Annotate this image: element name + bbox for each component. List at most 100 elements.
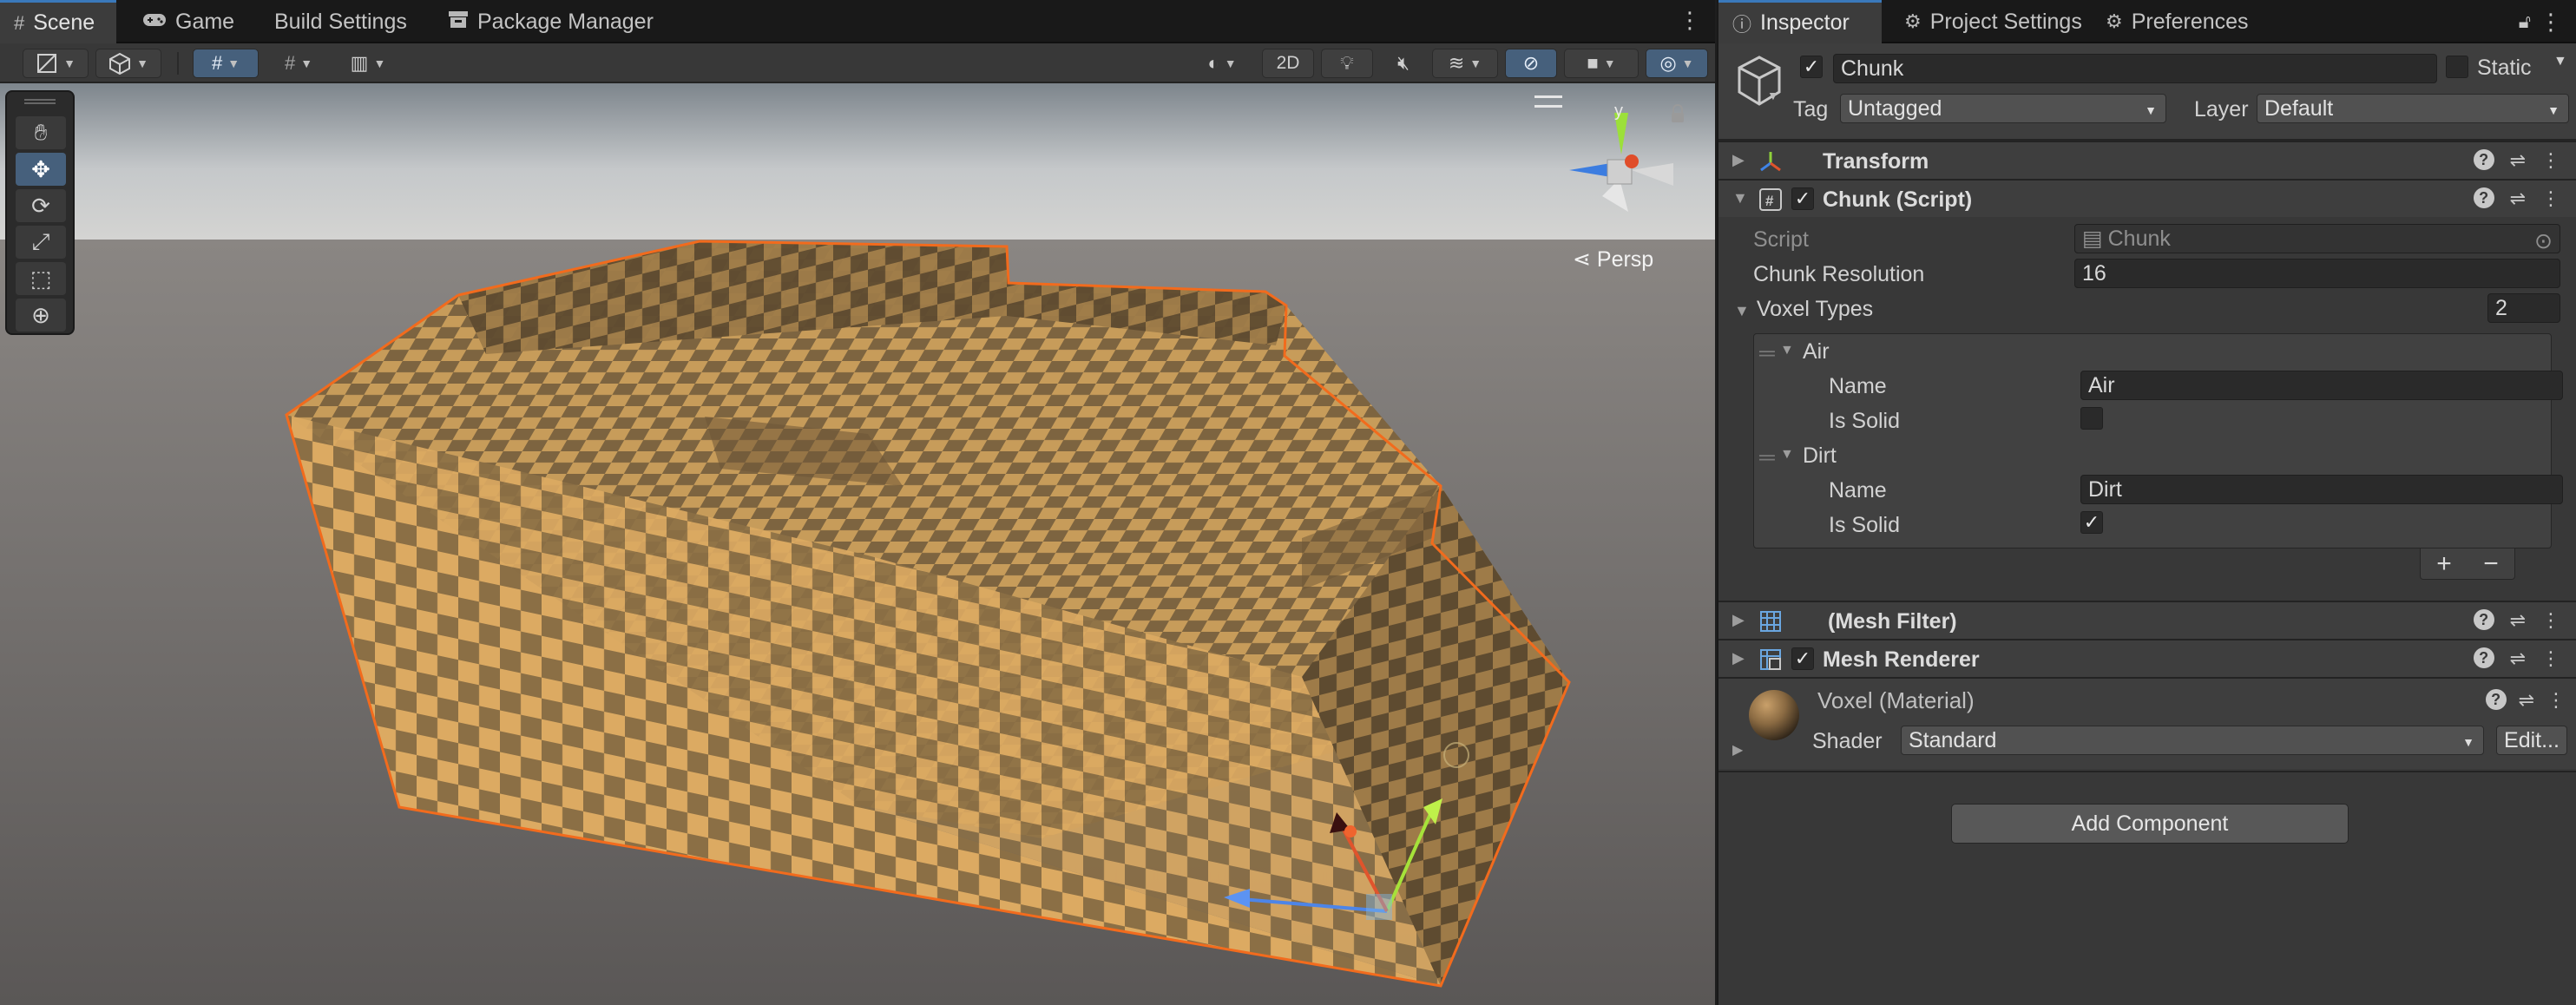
is-solid-checkbox[interactable]: ✓ bbox=[2080, 511, 2103, 534]
preset-sliders-icon[interactable]: ⇌ bbox=[2510, 609, 2526, 632]
chunk-script-component-header[interactable]: ▼ # ✓ Chunk (Script) ? ⇌ ⋮ bbox=[1718, 179, 2576, 217]
audio-toggle[interactable]: 🔇︎ bbox=[1382, 49, 1425, 78]
gizmos-dropdown[interactable]: ◎ ▼ bbox=[1646, 49, 1708, 78]
scene-viewport[interactable]: y ⋖ Persp bbox=[0, 83, 1715, 1005]
tab-inspector[interactable]: ⓘ Inspector bbox=[1718, 0, 1882, 43]
kebab-menu-icon[interactable]: ⋮ bbox=[1679, 9, 1701, 31]
hand-tool-button[interactable]: ✋︎ bbox=[16, 116, 66, 149]
voxel-name-field[interactable]: Air bbox=[2080, 371, 2563, 400]
help-icon[interactable]: ? bbox=[2473, 647, 2494, 668]
preset-sliders-icon[interactable]: ⇌ bbox=[2510, 647, 2526, 670]
grid-icon: ▥ bbox=[350, 52, 369, 74]
component-title: Transform bbox=[1823, 149, 1929, 174]
add-component-label: Add Component bbox=[2071, 811, 2229, 836]
scene-lighting-toggle[interactable]: 💡︎ bbox=[1321, 49, 1373, 78]
scale-tool-button[interactable]: ⤢ bbox=[16, 226, 66, 259]
list-item-header[interactable]: Dirt bbox=[1803, 443, 1837, 469]
foldout-arrow-icon[interactable]: ▼ bbox=[1780, 447, 1794, 463]
foldout-arrow-icon[interactable]: ▶ bbox=[1732, 151, 1745, 169]
component-menu-icon[interactable]: ⋮ bbox=[2541, 187, 2560, 210]
layer-value: Default bbox=[2264, 95, 2334, 121]
component-menu-icon[interactable]: ⋮ bbox=[2541, 149, 2560, 172]
grid-visibility-dropdown[interactable]: ▥ ▼ bbox=[335, 49, 401, 78]
remove-element-button[interactable]: − bbox=[2483, 549, 2499, 579]
render-mode-dropdown[interactable]: ▼ bbox=[95, 49, 161, 78]
chevron-down-icon: ▼ bbox=[2145, 103, 2157, 117]
shader-edit-button[interactable]: Edit... bbox=[2496, 726, 2567, 755]
drag-handle-icon[interactable]: ═ bbox=[1759, 341, 1775, 366]
voxel-types-size-field[interactable]: 2 bbox=[2487, 293, 2560, 323]
add-component-button[interactable]: Add Component bbox=[1951, 804, 2349, 844]
component-enabled-checkbox[interactable]: ✓ bbox=[1791, 187, 1814, 210]
checkmark-icon: ✓ bbox=[2083, 511, 2100, 533]
voxel-name-field[interactable]: Dirt bbox=[2080, 475, 2563, 504]
voxel-types-foldout[interactable]: ▼ Voxel Types bbox=[1734, 297, 1873, 322]
foldout-arrow-icon[interactable]: ▶ bbox=[1732, 741, 1743, 759]
tab-project-settings[interactable]: ⚙ Project Settings bbox=[1890, 0, 2096, 43]
grid-snapping-toggle[interactable]: # ▼ bbox=[193, 49, 259, 78]
preset-sliders-icon[interactable]: ⇌ bbox=[2519, 689, 2534, 712]
increment-snap-dropdown[interactable]: # ▼ bbox=[266, 49, 332, 78]
rect-tool-button[interactable]: ⬚ bbox=[16, 262, 66, 295]
move-tool-button[interactable]: ✥ bbox=[16, 153, 66, 186]
hash-grid-icon: # bbox=[14, 11, 25, 34]
component-menu-icon[interactable]: ⋮ bbox=[2541, 609, 2560, 632]
component-menu-icon[interactable]: ⋮ bbox=[2541, 647, 2560, 670]
icon-caret-icon[interactable]: ▼ bbox=[1767, 89, 1779, 102]
preset-sliders-icon[interactable]: ⇌ bbox=[2510, 187, 2526, 210]
foldout-arrow-icon[interactable]: ▶ bbox=[1732, 611, 1745, 629]
material-title: Voxel (Material) bbox=[1817, 687, 1975, 713]
scene-visibility-toggle[interactable]: ⊘ bbox=[1505, 49, 1557, 78]
static-checkbox[interactable] bbox=[2446, 56, 2468, 78]
static-dropdown-caret-icon[interactable]: ▼ bbox=[2553, 54, 2567, 69]
transform-icon: ⊕ bbox=[31, 301, 50, 328]
preset-sliders-icon[interactable]: ⇌ bbox=[2510, 149, 2526, 172]
add-element-button[interactable]: + bbox=[2436, 549, 2452, 579]
draw-mode-dropdown[interactable]: ▼ bbox=[23, 49, 89, 78]
help-icon[interactable]: ? bbox=[2473, 149, 2494, 170]
drag-handle-icon[interactable]: ═ bbox=[1759, 445, 1775, 470]
component-enabled-checkbox[interactable]: ✓ bbox=[1791, 647, 1814, 670]
gamepad-icon bbox=[142, 10, 167, 33]
help-icon[interactable]: ? bbox=[2473, 187, 2494, 208]
active-checkbox[interactable]: ✓ bbox=[1800, 56, 1823, 78]
tag-dropdown[interactable]: Untagged ▼ bbox=[1840, 94, 2166, 123]
help-icon[interactable]: ? bbox=[2473, 609, 2494, 630]
lighting-dropdown[interactable]: ◐ ▼ bbox=[1189, 49, 1255, 78]
foldout-arrow-icon[interactable]: ▼ bbox=[1780, 343, 1794, 358]
shader-dropdown[interactable]: Standard ▼ bbox=[1901, 726, 2484, 755]
tag-label: Tag bbox=[1793, 97, 1829, 122]
toggle-2d-button[interactable]: 2D bbox=[1262, 49, 1314, 78]
projection-toggle[interactable]: ⋖ Persp bbox=[1573, 246, 1653, 273]
mesh-renderer-component-header[interactable]: ▶ ✓ Mesh Renderer ? ⇌ ⋮ bbox=[1718, 639, 2576, 677]
foldout-arrow-icon[interactable]: ▼ bbox=[1732, 189, 1748, 207]
scene-3d-view[interactable]: y bbox=[0, 83, 1715, 1005]
list-item-header[interactable]: Air bbox=[1803, 339, 1830, 365]
tab-package-manager[interactable]: Package Manager bbox=[434, 0, 667, 43]
transform-tool-button[interactable]: ⊕ bbox=[16, 299, 66, 332]
effects-dropdown[interactable]: ≋ ▼ bbox=[1432, 49, 1498, 78]
hamburger-menu-icon[interactable] bbox=[1534, 95, 1562, 108]
script-file-icon: ▤ bbox=[2082, 227, 2103, 251]
tab-preferences[interactable]: ⚙ Preferences bbox=[2092, 0, 2263, 43]
camera-dropdown[interactable]: ■ ▼ bbox=[1564, 49, 1639, 78]
is-solid-checkbox[interactable] bbox=[2080, 407, 2103, 430]
tab-game[interactable]: Game bbox=[128, 0, 248, 43]
mesh-filter-component-header[interactable]: ▶ (Mesh Filter) ? ⇌ ⋮ bbox=[1718, 601, 2576, 639]
layer-dropdown[interactable]: Default ▼ bbox=[2257, 94, 2569, 123]
projection-label: Persp bbox=[1596, 247, 1654, 272]
transform-component-header[interactable]: ▶ Transform ? ⇌ ⋮ bbox=[1718, 141, 2576, 179]
material-sphere-icon[interactable] bbox=[1748, 689, 1800, 741]
chunk-resolution-field[interactable]: 16 bbox=[2074, 259, 2560, 288]
component-menu-icon[interactable]: ⋮ bbox=[2546, 689, 2566, 712]
tab-build-settings[interactable]: Build Settings bbox=[260, 0, 421, 43]
help-icon[interactable]: ? bbox=[2485, 689, 2507, 710]
rotate-tool-button[interactable]: ⟳ bbox=[16, 189, 66, 222]
tab-scene[interactable]: # Scene bbox=[0, 0, 116, 43]
kebab-menu-icon[interactable]: ⋮ bbox=[2540, 9, 2562, 36]
transform-axes-icon bbox=[1760, 152, 1781, 172]
drag-handle-icon[interactable] bbox=[24, 99, 56, 104]
foldout-arrow-icon[interactable]: ▶ bbox=[1732, 649, 1745, 667]
gameobject-name-field[interactable]: Chunk bbox=[1833, 54, 2437, 83]
lock-icon[interactable]: 🔓︎ bbox=[2519, 10, 2531, 33]
